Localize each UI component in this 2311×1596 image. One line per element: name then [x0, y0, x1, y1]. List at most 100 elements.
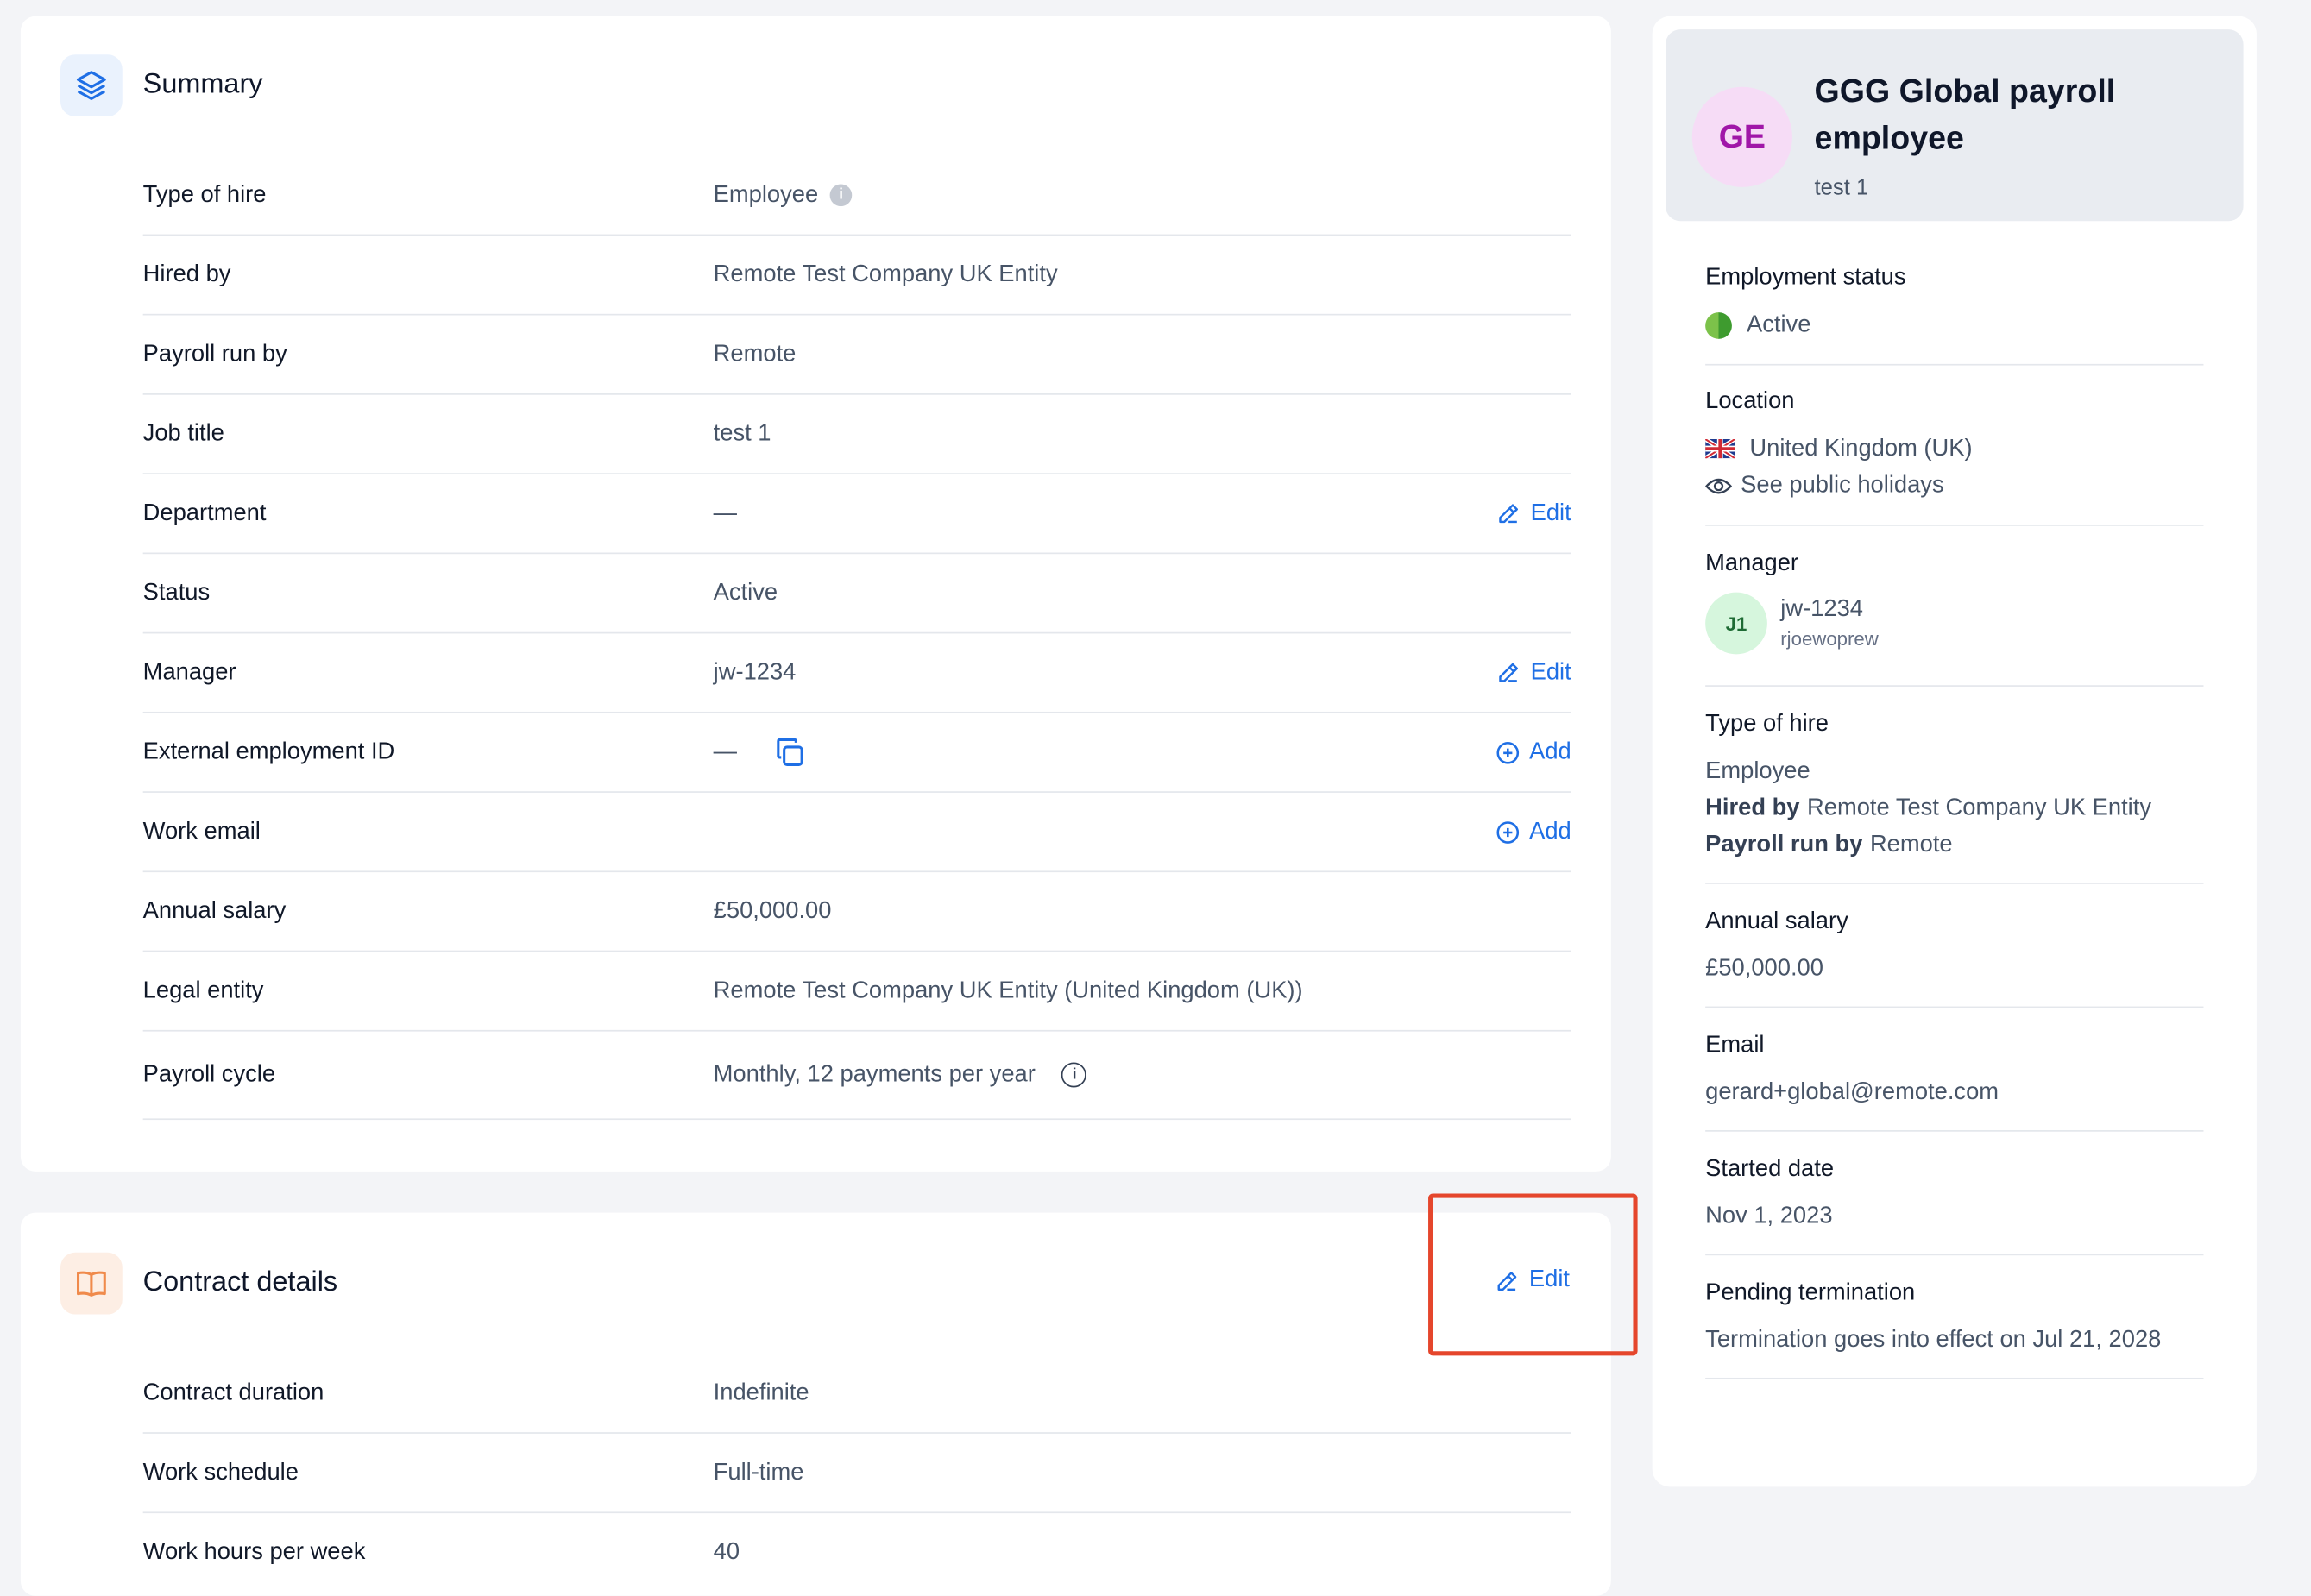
plus-circle-icon — [1496, 741, 1519, 763]
pencil-icon — [1499, 663, 1519, 682]
termination-value: Termination goes into effect on Jul 21, … — [1705, 1327, 2162, 1353]
summary-header: Summary — [60, 54, 263, 116]
section-title: Employment status — [1705, 265, 1906, 291]
section-title: Started date — [1705, 1156, 1835, 1182]
profile-side-card: GE GGG Global payroll employee test 1 Em… — [1652, 16, 2257, 1487]
employee-name: GGG Global payroll employee — [1814, 72, 2116, 157]
add-work-email-button[interactable]: Add — [1494, 819, 1571, 845]
payroll-cycle-value: Monthly, 12 payments per year — [713, 1061, 1036, 1087]
annual-salary-section: Annual salary £50,000.00 — [1705, 908, 2204, 1008]
section-title: Pending termination — [1705, 1280, 1916, 1306]
row-label: Payroll cycle — [142, 1061, 276, 1087]
row-label: Work hours per week — [142, 1539, 366, 1565]
section-title: Type of hire — [1705, 711, 1829, 737]
row-value: — — [713, 500, 737, 525]
row-value: Indefinite — [713, 1379, 809, 1405]
table-row: Job title test 1 — [142, 395, 1571, 474]
info-icon[interactable]: i — [829, 184, 853, 207]
info-icon[interactable]: i — [1061, 1062, 1087, 1088]
table-row: Type of hire Employee i — [142, 156, 1571, 236]
started-date-value: Nov 1, 2023 — [1705, 1203, 1833, 1229]
summary-title: Summary — [142, 69, 263, 101]
summary-rows: Type of hire Employee i Hired by Remote … — [142, 156, 1571, 1121]
status-line: Active — [1705, 306, 2203, 343]
add-label: Add — [1529, 818, 1571, 844]
external-id-value: — — [713, 738, 737, 764]
row-value: jw-1234 — [713, 659, 797, 685]
employee-job-title: test 1 — [1814, 175, 1869, 201]
table-row: Legal entity Remote Test Company UK Enti… — [142, 952, 1571, 1032]
type-of-hire-section: Type of hire Employee Hired by Remote Te… — [1705, 711, 2204, 884]
manager-section: Manager J1 jw-1234 rjoewoprew — [1705, 551, 2204, 687]
see-public-holidays-link[interactable]: See public holidays — [1705, 467, 2203, 504]
row-label: Contract duration — [142, 1379, 324, 1405]
started-date-section: Started date Nov 1, 2023 — [1705, 1156, 2204, 1256]
location-section: Location United Kingdom (UK) See public … — [1705, 388, 2204, 526]
status-value: Active — [1746, 312, 1811, 338]
row-label: Work email — [142, 818, 261, 844]
contract-rows: Contract duration Indefinite Work schedu… — [142, 1354, 1571, 1593]
manager-text: jw-1234 rjoewoprew — [1780, 597, 1879, 650]
hired-by-value: Remote Test Company UK Entity — [1807, 795, 2151, 821]
row-label: Manager — [142, 659, 236, 685]
location-country: United Kingdom (UK) — [1749, 436, 1973, 462]
row-value: Monthly, 12 payments per year i — [714, 1062, 1087, 1089]
edit-label: Edit — [1530, 659, 1571, 685]
table-row: Hired by Remote Test Company UK Entity — [142, 236, 1571, 316]
table-row: Work schedule Full-time — [142, 1434, 1571, 1514]
table-row: Status Active — [142, 554, 1571, 634]
edit-department-button[interactable]: Edit — [1496, 500, 1571, 527]
add-label: Add — [1529, 738, 1571, 764]
copy-icon[interactable] — [772, 734, 808, 770]
type-of-hire-value: Employee — [713, 181, 819, 207]
table-row: Contract duration Indefinite — [142, 1354, 1571, 1434]
row-value: Remote — [713, 341, 797, 367]
edit-label: Edit — [1530, 500, 1571, 525]
row-label: Work schedule — [142, 1459, 299, 1485]
manager-name: jw-1234 — [1780, 596, 1863, 622]
plus-circle-icon — [1496, 820, 1519, 843]
summary-card: Summary Type of hire Employee i Hired by… — [20, 16, 1611, 1172]
row-value: test 1 — [713, 420, 771, 446]
row-value: Remote Test Company UK Entity — [713, 261, 1058, 287]
row-label: Payroll run by — [142, 341, 287, 367]
row-value: Active — [713, 580, 778, 606]
section-title: Annual salary — [1705, 908, 1848, 934]
row-label: Status — [142, 580, 211, 606]
avatar: GE — [1691, 86, 1792, 187]
manager-username: rjoewoprew — [1780, 627, 1879, 650]
profile-header: GE GGG Global payroll employee test 1 — [1666, 29, 2244, 222]
edit-manager-button[interactable]: Edit — [1496, 659, 1571, 686]
row-label: Job title — [142, 420, 224, 446]
contract-card: Contract details Edit Contract duration … — [20, 1212, 1611, 1596]
layers-icon — [60, 54, 123, 116]
pencil-icon — [1498, 1271, 1518, 1291]
row-value: £50,000.00 — [713, 898, 832, 924]
row-label: External employment ID — [142, 738, 395, 764]
row-label: Hired by — [142, 261, 231, 287]
book-icon — [60, 1252, 123, 1315]
add-external-id-button[interactable]: Add — [1494, 739, 1571, 766]
section-title: Email — [1705, 1033, 1765, 1059]
edit-contract-button[interactable]: Edit — [1496, 1267, 1570, 1294]
contract-title: Contract details — [142, 1266, 338, 1298]
manager-entry[interactable]: J1 jw-1234 rjoewoprew — [1705, 592, 2203, 655]
manager-avatar: J1 — [1705, 592, 1767, 655]
row-label: Type of hire — [142, 181, 267, 207]
hired-by-label: Hired by — [1705, 795, 1800, 821]
uk-flag-icon — [1705, 438, 1735, 459]
status-icon — [1705, 311, 1732, 338]
email-value: gerard+global@remote.com — [1705, 1079, 1999, 1105]
table-row: Payroll run by Remote — [142, 316, 1571, 395]
payroll-label: Payroll run by — [1705, 833, 1863, 858]
row-label: Department — [142, 500, 267, 525]
table-row: Annual salary £50,000.00 — [142, 872, 1571, 952]
table-row: Department — Edit — [142, 474, 1571, 555]
table-row: Manager jw-1234 Edit — [142, 633, 1571, 713]
payroll-value: Remote — [1869, 833, 1953, 858]
page: Summary Type of hire Employee i Hired by… — [0, 0, 2311, 1596]
email-section: Email gerard+global@remote.com — [1705, 1033, 2204, 1132]
row-value: Remote Test Company UK Entity (United Ki… — [713, 977, 1303, 1003]
section-title: Location — [1705, 388, 1795, 414]
row-value: — — [714, 734, 808, 770]
